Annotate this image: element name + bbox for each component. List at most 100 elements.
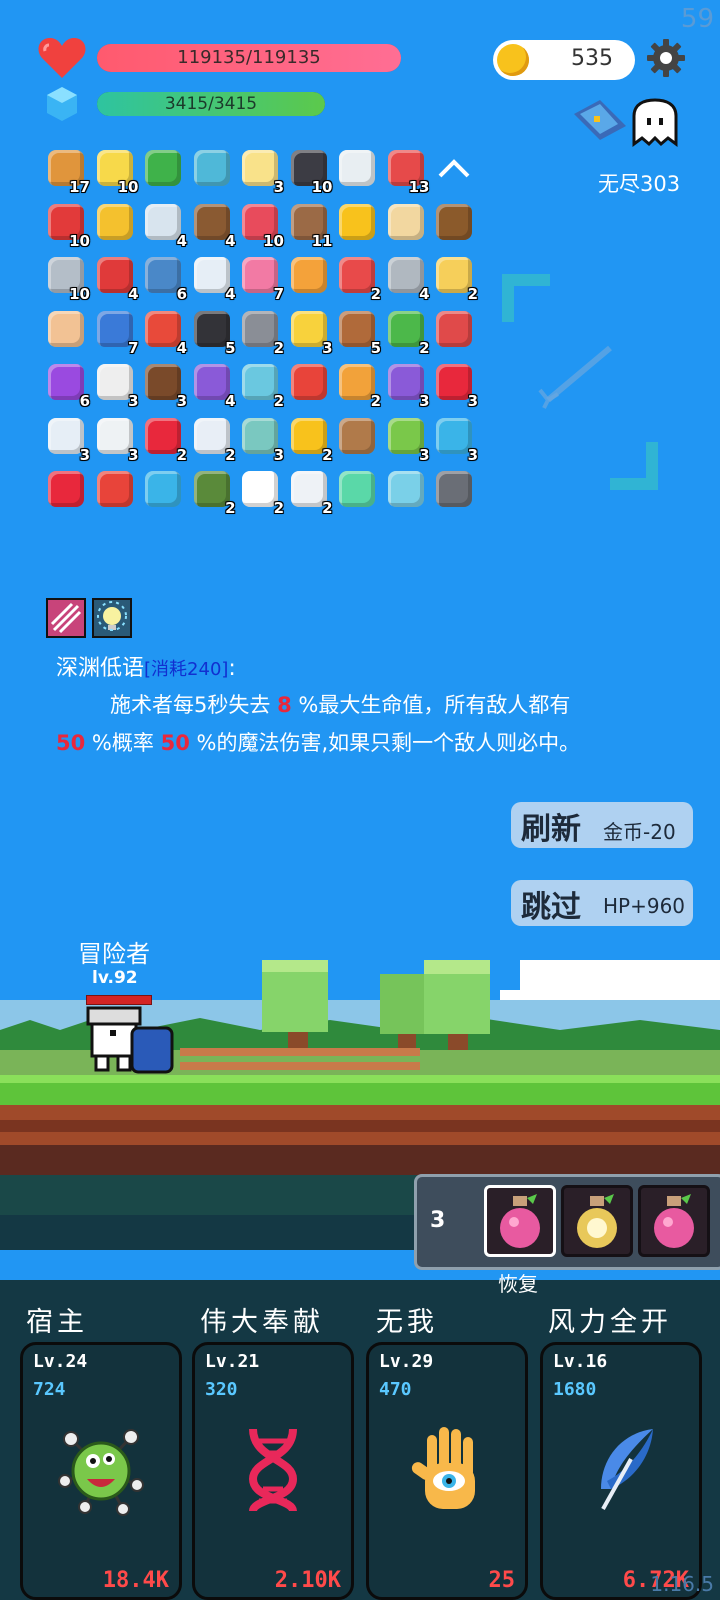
inventory-item[interactable]: 2 <box>287 467 333 517</box>
inventory-item[interactable]: 6 <box>44 360 90 410</box>
skill-title-3: 无我 <box>376 1307 438 1338</box>
inventory-item[interactable]: 4 <box>190 253 236 303</box>
skip-label: 跳过 <box>521 890 581 925</box>
inventory-item[interactable]: 2 <box>335 253 381 303</box>
inventory-item[interactable]: 4 <box>384 253 430 303</box>
item-count: 2 <box>419 338 430 357</box>
skip-reward: HP+960 <box>603 894 686 918</box>
item-count: 4 <box>225 231 236 250</box>
inventory-item[interactable] <box>141 146 187 192</box>
skip-button[interactable]: 跳过 HP+960 <box>511 880 693 926</box>
skill-cost: 470 <box>379 1379 412 1400</box>
potion-slot-3[interactable] <box>638 1185 710 1257</box>
heart-icon <box>38 38 86 78</box>
inventory-item[interactable] <box>384 200 430 246</box>
inventory-item[interactable]: 7 <box>93 307 139 357</box>
inventory-item[interactable]: 3 <box>44 414 90 464</box>
potion-slot-1[interactable] <box>484 1185 556 1257</box>
inventory-item[interactable] <box>141 467 187 513</box>
item-count: 3 <box>176 392 187 410</box>
inventory-item[interactable]: 10 <box>287 146 333 196</box>
item-count: 3 <box>128 445 139 464</box>
spirit-icon <box>339 471 375 507</box>
inventory-item[interactable]: 2 <box>238 360 284 410</box>
inventory-item[interactable] <box>432 467 478 513</box>
skill-title-4: 风力全开 <box>548 1307 672 1338</box>
inventory-item[interactable] <box>190 146 236 192</box>
skill-card-selfless[interactable]: Lv.29 470 25 <box>366 1342 528 1600</box>
inventory-item[interactable] <box>335 200 381 246</box>
inventory-item[interactable]: 2 <box>190 467 236 517</box>
inventory-item[interactable] <box>432 146 478 192</box>
inventory-item[interactable]: 13 <box>384 146 430 196</box>
inventory-item[interactable]: 5 <box>335 307 381 357</box>
inventory-item[interactable] <box>432 307 478 353</box>
inventory-item[interactable]: 2 <box>190 414 236 464</box>
inventory-item[interactable]: 17 <box>44 146 90 196</box>
inventory-item[interactable]: 2 <box>238 467 284 517</box>
inventory-item[interactable]: 3 <box>432 360 478 410</box>
inventory-item[interactable] <box>93 200 139 246</box>
inventory-item[interactable]: 4 <box>141 307 187 357</box>
inventory-item[interactable]: 4 <box>190 360 236 410</box>
inventory-item[interactable]: 3 <box>238 414 284 464</box>
inventory-item[interactable] <box>335 414 381 460</box>
inventory-item[interactable]: 6 <box>141 253 187 303</box>
inventory-item[interactable] <box>44 467 90 513</box>
inventory-item[interactable]: 3 <box>93 414 139 464</box>
inventory-item[interactable]: 10 <box>238 200 284 250</box>
inventory-item[interactable] <box>287 253 333 299</box>
inventory-item[interactable] <box>287 360 333 406</box>
potion-count: 3 <box>430 1208 446 1233</box>
inventory-item[interactable]: 3 <box>432 414 478 464</box>
mana-bar: 3415/3415 <box>97 92 325 116</box>
inventory-item[interactable]: 2 <box>432 253 478 303</box>
gear-icon[interactable] <box>646 38 686 78</box>
item-count: 7 <box>128 338 139 357</box>
inventory-item[interactable]: 2 <box>238 307 284 357</box>
desc-number: 50 <box>56 731 86 755</box>
inventory-item[interactable]: 3 <box>238 146 284 196</box>
skill-card-devotion[interactable]: Lv.21 320 2.10K <box>192 1342 354 1600</box>
scroll-icon <box>387 471 424 507</box>
inventory-item[interactable]: 3 <box>384 360 430 410</box>
skill-card-wind[interactable]: Lv.16 1680 6.72K <box>540 1342 702 1600</box>
claw-slash-icon[interactable] <box>46 598 86 638</box>
inventory-item[interactable]: 4 <box>190 200 236 250</box>
inventory-item[interactable]: 10 <box>93 146 139 196</box>
inventory-item[interactable]: 3 <box>141 360 187 410</box>
hp-text: 119135/119135 <box>177 47 321 68</box>
inventory-item[interactable]: 2 <box>384 307 430 357</box>
inventory-item[interactable] <box>432 200 478 246</box>
inventory-item[interactable]: 7 <box>238 253 284 303</box>
item-count: 10 <box>263 231 284 250</box>
inventory-item[interactable] <box>384 467 430 513</box>
inventory-item[interactable]: 4 <box>93 253 139 303</box>
inventory-item[interactable] <box>335 467 381 513</box>
skill-cost: 724 <box>33 1379 66 1400</box>
item-count: 10 <box>311 178 333 196</box>
inventory-item[interactable]: 2 <box>141 414 187 464</box>
skill-card-host[interactable]: Lv.24 724 18.4K <box>20 1342 182 1600</box>
potion-slot-2[interactable] <box>561 1185 633 1257</box>
inventory-item[interactable]: 3 <box>287 307 333 357</box>
inventory-item[interactable] <box>93 467 139 513</box>
refresh-button[interactable]: 刷新 金币-20 <box>511 802 693 848</box>
inventory-item[interactable]: 5 <box>190 307 236 357</box>
inventory-item[interactable]: 3 <box>384 414 430 464</box>
glow-bulb-icon[interactable] <box>92 598 132 638</box>
inventory-item[interactable]: 3 <box>93 360 139 410</box>
item-count: 10 <box>69 231 90 250</box>
inventory-item[interactable]: 2 <box>287 414 333 464</box>
item-count: 4 <box>176 338 187 357</box>
inventory-item[interactable]: 2 <box>335 360 381 410</box>
inventory-item[interactable] <box>335 146 381 192</box>
inventory-item[interactable]: 4 <box>141 200 187 250</box>
inventory-item[interactable]: 10 <box>44 200 90 250</box>
inventory-item[interactable]: 10 <box>44 253 90 303</box>
mana-text: 3415/3415 <box>164 94 258 114</box>
inventory-item[interactable]: 11 <box>287 200 333 250</box>
skill-description-line2: 50 %概率 50 %的魔法伤害,如果只剩一个敌人则必中。 <box>56 727 580 757</box>
item-count: 2 <box>273 499 284 517</box>
inventory-item[interactable] <box>44 307 90 353</box>
